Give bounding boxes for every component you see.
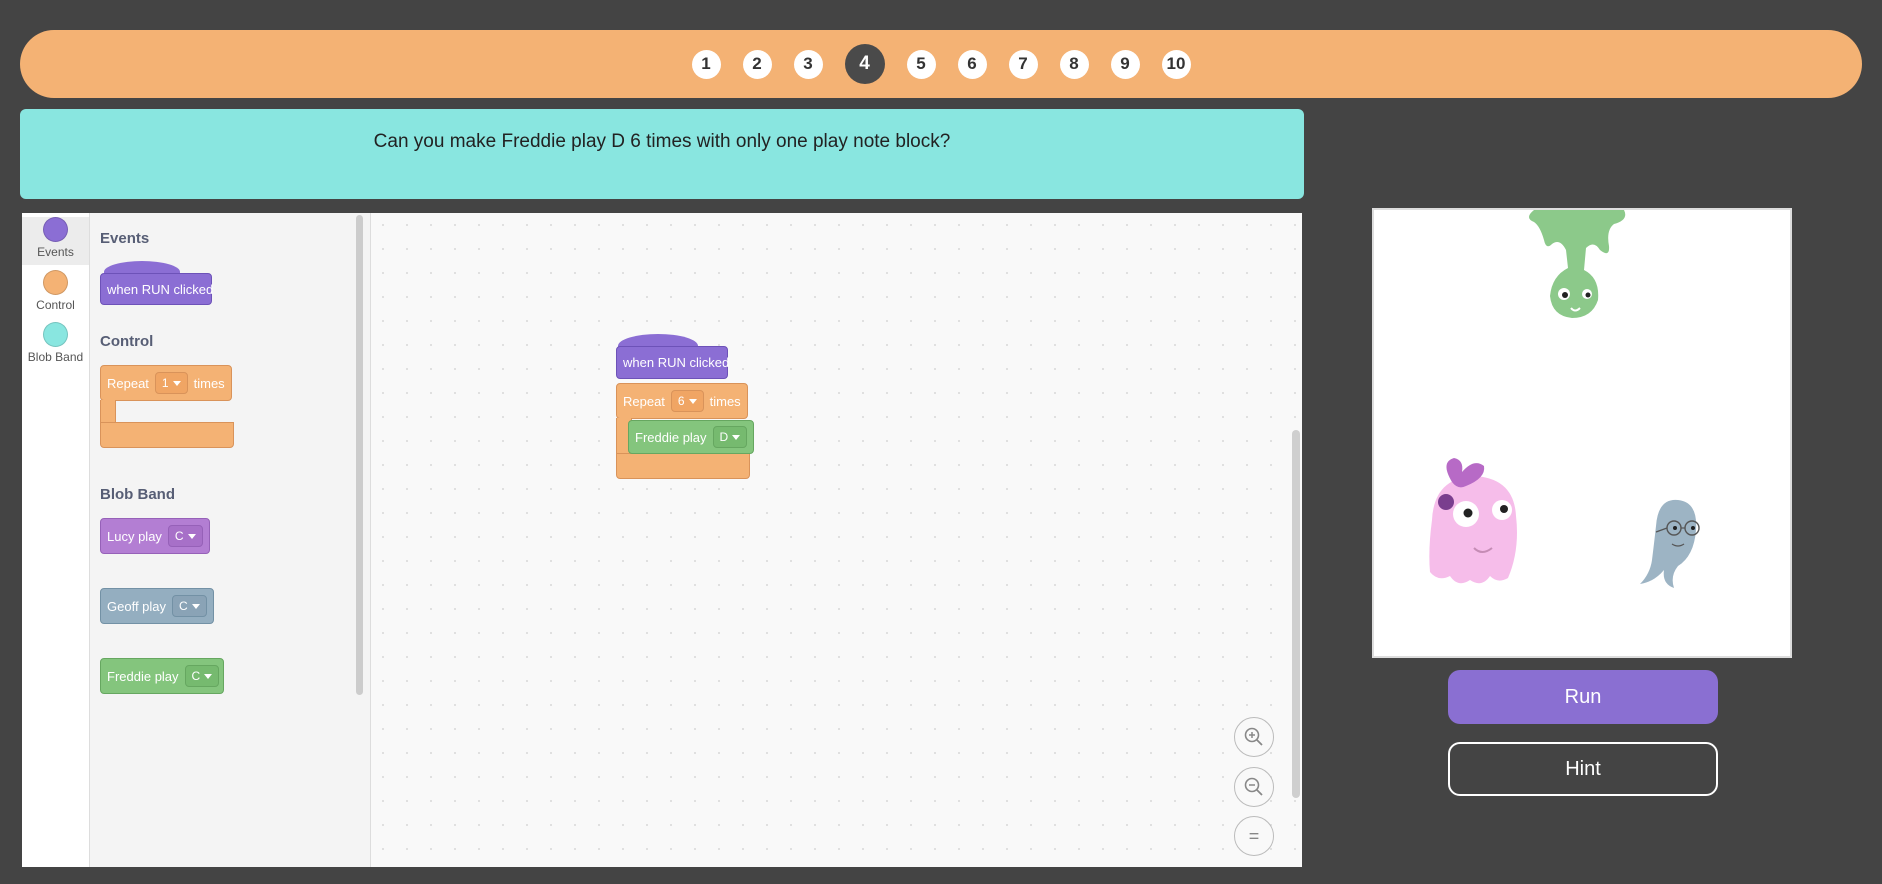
- toolbox-lucy-play-block[interactable]: Lucy play C: [100, 518, 210, 554]
- repeat-count-dropdown[interactable]: 1: [154, 372, 188, 394]
- level-button-8[interactable]: 8: [1059, 49, 1089, 79]
- events-heading: Events: [100, 230, 150, 247]
- reset-zoom-icon: =: [1248, 825, 1260, 846]
- level-button-5[interactable]: 5: [906, 49, 936, 79]
- zoom-in-button[interactable]: [1234, 717, 1274, 757]
- toolbox-flyout: Events when RUN clicked Control Repeat 1…: [90, 213, 371, 867]
- program-repeat-c-foot: [616, 453, 750, 479]
- chevron-down-icon: [172, 380, 181, 386]
- program-repeat-count-dropdown[interactable]: 6: [670, 390, 704, 412]
- toolbox-repeat-block[interactable]: Repeat 1 times: [100, 365, 232, 401]
- level-button-9[interactable]: 9: [1110, 49, 1140, 79]
- events-category-icon: [43, 217, 68, 242]
- run-button[interactable]: Run: [1448, 670, 1718, 724]
- flyout-scrollbar[interactable]: [356, 215, 363, 695]
- chevron-down-icon: [732, 434, 741, 440]
- level-button-3[interactable]: 3: [793, 49, 823, 79]
- zoom-reset-button[interactable]: =: [1234, 816, 1274, 856]
- task-prompt: Can you make Freddie play D 6 times with…: [20, 109, 1304, 199]
- level-bar: 1 2 3 4 5 6 7 8 9 10: [20, 30, 1862, 98]
- level-button-10[interactable]: 10: [1161, 49, 1191, 79]
- category-events[interactable]: Events: [22, 217, 89, 265]
- chevron-down-icon: [688, 398, 697, 404]
- zoom-out-icon: [1244, 777, 1263, 796]
- zoom-in-icon: [1244, 727, 1263, 746]
- level-button-2[interactable]: 2: [742, 49, 772, 79]
- repeat-c-foot: [100, 422, 234, 448]
- program-when-run-block[interactable]: when RUN clicked: [616, 346, 729, 379]
- geoff-note-dropdown[interactable]: C: [172, 595, 207, 617]
- program-freddie-note-dropdown[interactable]: D: [712, 426, 748, 448]
- geoff-character: [1640, 499, 1700, 588]
- toolbox-freddie-play-block[interactable]: Freddie play C: [100, 658, 224, 694]
- zoom-out-button[interactable]: [1234, 767, 1274, 807]
- freddie-character: [1529, 210, 1626, 318]
- blob-band-heading: Blob Band: [100, 486, 175, 503]
- chevron-down-icon: [191, 603, 200, 609]
- music-stage: [1372, 208, 1792, 658]
- program-freddie-play-block[interactable]: Freddie play D: [628, 420, 754, 454]
- workspace-scrollbar[interactable]: [1292, 430, 1300, 798]
- hint-button[interactable]: Hint: [1448, 742, 1718, 796]
- stage-scene: [1429, 210, 1700, 588]
- repeat-c-arm: [100, 400, 116, 424]
- level-button-7[interactable]: 7: [1008, 49, 1038, 79]
- control-heading: Control: [100, 333, 154, 350]
- level-button-6[interactable]: 6: [957, 49, 987, 79]
- control-category-icon: [43, 270, 68, 295]
- category-control[interactable]: Control: [22, 270, 89, 318]
- category-blob-band[interactable]: Blob Band: [22, 322, 89, 372]
- lucy-character: [1429, 458, 1517, 584]
- chevron-down-icon: [187, 533, 196, 539]
- blob-band-category-icon: [43, 322, 68, 347]
- level-button-1[interactable]: 1: [691, 49, 721, 79]
- freddie-note-dropdown[interactable]: C: [184, 665, 220, 687]
- level-button-4[interactable]: 4: [844, 44, 885, 84]
- toolbox-when-run-block[interactable]: when RUN clicked: [100, 273, 213, 305]
- chevron-down-icon: [204, 673, 213, 679]
- workspace-grid: [371, 213, 1302, 867]
- program-repeat-block[interactable]: Repeat 6 times: [616, 383, 748, 419]
- lucy-note-dropdown[interactable]: C: [167, 525, 203, 547]
- blockly-workspace[interactable]: Events Control Blob Band Events when RUN…: [22, 213, 1302, 867]
- toolbox-geoff-play-block[interactable]: Geoff play C: [100, 588, 214, 624]
- category-strip: Events Control Blob Band: [22, 213, 90, 867]
